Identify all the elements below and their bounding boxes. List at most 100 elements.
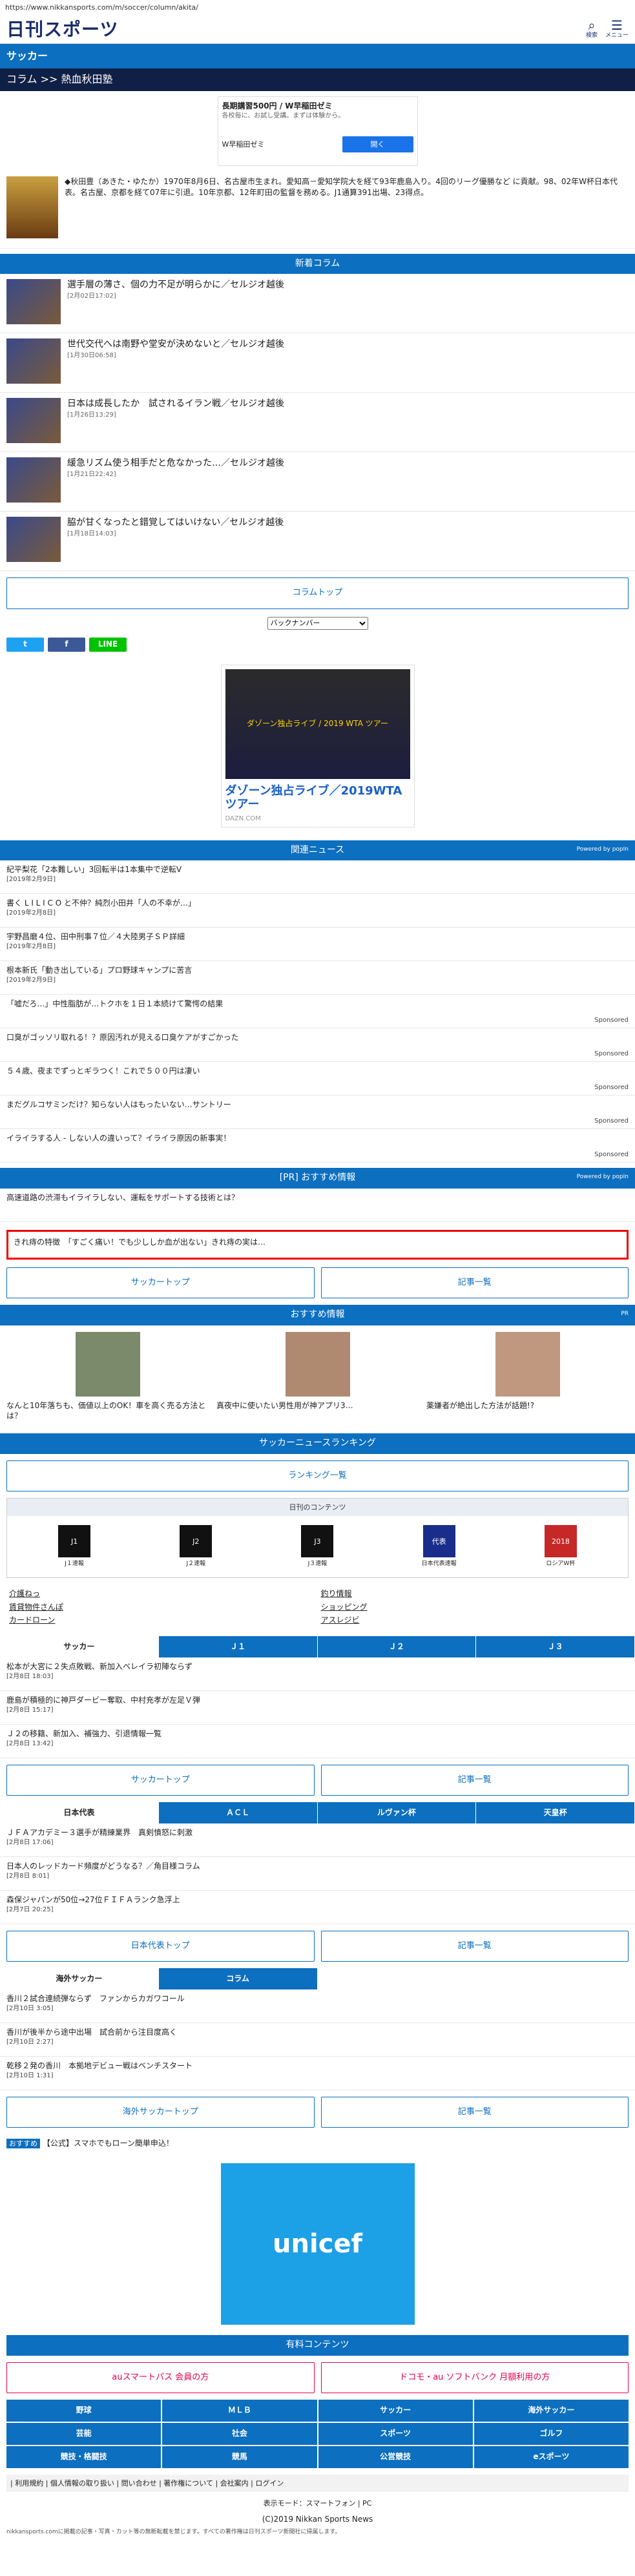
live-score-j1[interactable]: J1 J１速報: [56, 1525, 92, 1568]
tab-j3[interactable]: Ｊ３: [476, 1636, 635, 1658]
powered-by[interactable]: Powered by popIn: [577, 846, 629, 854]
menu-fighting[interactable]: 競技・格闘技: [6, 2446, 161, 2468]
news-item[interactable]: 香川が後半から途中出場 試合前から注目度高く [2月10日 2:27]: [0, 2023, 635, 2057]
section-title[interactable]: サッカー: [0, 44, 635, 69]
article-list-button[interactable]: 記事一覧: [320, 1267, 629, 1298]
news-item[interactable]: 乾移２発の香川 本拠地デビュー戦はベンチスタート [2月10日 1:31]: [0, 2057, 635, 2091]
highlight-ad[interactable]: きれ痔の特徴 「すごく痛い！でも少ししか血が出ない」きれ痔の実は…: [6, 1229, 629, 1260]
au-smartpass-button[interactable]: auスマートパス 会員の方: [6, 2362, 315, 2393]
url-bar[interactable]: https://www.nikkansports.com/m/soccer/co…: [0, 0, 635, 16]
news-title: 森保ジャパンが50位→27位ＦＩＦＡランク急浮上: [6, 1895, 180, 1905]
russia-wc[interactable]: 2018 ロシアW杯: [543, 1525, 579, 1568]
japan-top-button[interactable]: 日本代表トップ: [6, 1931, 315, 1962]
tab-j2[interactable]: Ｊ２: [317, 1636, 477, 1658]
menu-public-race[interactable]: 公営競技: [318, 2446, 473, 2468]
tab-column[interactable]: コラム: [158, 1968, 318, 1990]
menu-button[interactable]: ☰ メニュー: [605, 19, 629, 40]
ranking-list-button[interactable]: ランキング一覧: [6, 1460, 629, 1491]
unicef-ad[interactable]: unicef: [220, 2163, 415, 2325]
live-score-j2[interactable]: J2 J２速報: [178, 1525, 214, 1568]
news-item[interactable]: 松本が大宮に２失点敗戦、新加入ベレイラ初陣ならず [2月8日 18:03]: [0, 1657, 635, 1692]
news-item[interactable]: ＪＦＡアカデミー３選手が精練業界 真剣憤怒に刺激 [2月8日 17:06]: [0, 1823, 635, 1858]
banner-ad[interactable]: ダゾーン独占ライブ / 2019 WTA ツアー ダゾーン独占ライブ／2019W…: [220, 664, 415, 827]
pr-item[interactable]: 高速道路の渋滞もイライラしない、運転をサポートする技術とは？: [0, 1189, 635, 1222]
sponsored-item[interactable]: まだグルコサミンだけ？知らない人はもったいない…サントリー Sponsored: [0, 1096, 635, 1130]
column-item[interactable]: 緩急リズム使う相手だと危なかった…／セルジオ越後 [1月21日22:42]: [0, 452, 635, 512]
logo-label: J１速報: [65, 1561, 84, 1568]
carrier-monthly-button[interactable]: ドコモ・au ソフトバンク 月額利用の方: [320, 2362, 629, 2393]
top-ad[interactable]: 長期講習500円 / W早稲田ゼミ 各校毎に、お試し受講。まずは体験から。 W早…: [217, 96, 418, 166]
column-item[interactable]: 世代交代へは南野や堂安が決めないと／セルジオ越後 [1月30日06:58]: [0, 333, 635, 393]
osusume-item[interactable]: 薬嫌者が絶出した方法が話題!?: [426, 1331, 629, 1422]
news-title: Ｊ２の移籍、新加入、補強力、引退情報一覧: [6, 1729, 162, 1739]
tab-soccer[interactable]: サッカー: [0, 1636, 159, 1658]
menu-golf[interactable]: ゴルフ: [474, 2422, 629, 2445]
news-item[interactable]: 日本人のレッドカード頻度がどうなる？／角目様コラム [2月8日 8:01]: [0, 1857, 635, 1891]
menu-society[interactable]: 社会: [162, 2422, 317, 2445]
service-link[interactable]: 賃貸物件さんぽ: [9, 1602, 315, 1613]
sponsored-item[interactable]: イライラする人 - しない人の違いって？イライラ原因の新事実！ Sponsored: [0, 1129, 635, 1163]
tab-acl[interactable]: ＡＣＬ: [158, 1802, 318, 1824]
service-link[interactable]: 介護ねっ: [9, 1588, 315, 1599]
tab-levain[interactable]: ルヴァン杯: [317, 1802, 477, 1824]
sponsored-item[interactable]: 「嘘だろ…」中性脂肪が…トクホを１日１本続けて驚愕の結果 Sponsored: [0, 995, 635, 1029]
column-top-button[interactable]: コラムトップ: [6, 577, 629, 609]
display-mode-switch[interactable]: 表示モード：スマートフォン | PC: [0, 2498, 635, 2508]
soccer-top-button[interactable]: サッカートップ: [6, 1267, 315, 1298]
pr-label: PR: [621, 1310, 629, 1317]
osusume-item[interactable]: なんと10年落ちも、価値以上のOK！車を高く売る方法とは？: [6, 1331, 209, 1422]
osusume-item[interactable]: 真夜中に使いたい男性用が神アプリ3…: [216, 1331, 419, 1422]
news-item[interactable]: 宇野昌磨４位、田中刑事７位／４大陸男子ＳＰ詳細 [2019年2月8日]: [0, 928, 635, 962]
column-item[interactable]: 選手層の薄さ、個の力不足が明らかに／セルジオ越後 [2月02日17:02]: [0, 274, 635, 334]
column-date: [1月18日14:03]: [67, 530, 116, 537]
overseas-top-button[interactable]: 海外サッカートップ: [6, 2097, 315, 2128]
tab-japan[interactable]: 日本代表: [0, 1802, 159, 1824]
service-link[interactable]: 釣り情報: [321, 1588, 627, 1599]
search-button[interactable]: ⌕ 検索: [586, 19, 598, 40]
menu-keiba[interactable]: 競馬: [162, 2446, 317, 2468]
column-item[interactable]: 日本は成長したか 試されるイラン戦／セルジオ越後 [1月26日13:29]: [0, 393, 635, 453]
soccer-top-button[interactable]: サッカートップ: [6, 1765, 315, 1796]
ad-open-button[interactable]: 開く: [342, 136, 413, 152]
menu-overseas-soccer[interactable]: 海外サッカー: [474, 2399, 629, 2422]
service-link[interactable]: アスレジビ: [321, 1615, 627, 1626]
article-list-button[interactable]: 記事一覧: [320, 1765, 629, 1796]
menu-baseball[interactable]: 野球: [6, 2399, 161, 2422]
footer-links[interactable]: | 利用規約 | 個人情報の取り扱い | 問い合わせ | 著作権について | 会…: [6, 2474, 629, 2493]
tab-overseas[interactable]: 海外サッカー: [0, 1968, 159, 1990]
menu-mlb[interactable]: ＭＬＢ: [162, 2399, 317, 2422]
menu-entertainment[interactable]: 芸能: [6, 2422, 161, 2445]
service-link[interactable]: ショッピング: [321, 1602, 627, 1613]
column-item[interactable]: 脇が甘くなったと錯覚してはいけない／セルジオ越後 [1月18日14:03]: [0, 512, 635, 572]
japan-national-team[interactable]: 代表 日本代表速報: [421, 1525, 457, 1568]
twitter-share-button[interactable]: t: [6, 637, 44, 652]
osusume-bar[interactable]: おすすめ 【公式】スマホでもローン簡単申込！: [0, 2134, 635, 2153]
line-share-button[interactable]: LINE: [89, 637, 127, 652]
tab-j1[interactable]: Ｊ１: [158, 1636, 318, 1658]
news-item[interactable]: 書く L I L I C O と不仲？純烈小田井「人の不幸が…」 [2019年2月…: [0, 894, 635, 928]
news-item[interactable]: 森保ジャパンが50位→27位ＦＩＦＡランク急浮上 [2月7日 20:25]: [0, 1891, 635, 1925]
news-item[interactable]: 香川２試合連続弾ならず ファンからカガワコール [2月10日 3:05]: [0, 1989, 635, 2024]
news-title: イライラする人 - しない人の違いって？イライラ原因の新事実！: [6, 1134, 231, 1143]
menu-esports[interactable]: eスポーツ: [474, 2446, 629, 2468]
news-item[interactable]: 紀平梨花「2本難しい」3回転半は1本集中で逆転V [2019年2月9日]: [0, 860, 635, 895]
news-item[interactable]: Ｊ２の移籍、新加入、補強力、引退情報一覧 [2月8日 13:42]: [0, 1725, 635, 1759]
powered-by[interactable]: Powered by popIn: [577, 1173, 629, 1181]
sponsored-item[interactable]: ５４歳、夜までずっとギラつく！これで５００円は凄い Sponsored: [0, 1062, 635, 1096]
news-date: [2019年2月9日]: [6, 875, 56, 883]
site-logo[interactable]: 日刊スポーツ: [6, 17, 118, 42]
service-link[interactable]: カードローン: [9, 1615, 315, 1626]
banner-ad-image: ダゾーン独占ライブ / 2019 WTA ツアー: [225, 669, 410, 779]
menu-soccer[interactable]: サッカー: [318, 2399, 473, 2422]
news-item[interactable]: 根本新氏「動き出している」プロ野球キャンプに苦言 [2019年2月9日]: [0, 961, 635, 995]
ad-advertiser: W早稲田ゼミ: [222, 140, 265, 149]
backnumber-select[interactable]: バックナンバー: [267, 616, 368, 630]
sponsored-item[interactable]: 口臭がゴッソリ取れる！？原因汚れが見える口臭ケアがすごかった Sponsored: [0, 1028, 635, 1063]
menu-sports[interactable]: スポーツ: [318, 2422, 473, 2445]
facebook-share-button[interactable]: f: [48, 637, 85, 652]
article-list-button[interactable]: 記事一覧: [320, 2097, 629, 2128]
article-list-button[interactable]: 記事一覧: [320, 1931, 629, 1962]
tab-emperor[interactable]: 天皇杯: [476, 1802, 635, 1824]
news-item[interactable]: 鹿島が積極的に神戸ダービー奪取、中村充孝が左足Ｖ弾 [2月8日 15:17]: [0, 1691, 635, 1725]
live-score-j3[interactable]: J3 J３速報: [299, 1525, 335, 1568]
